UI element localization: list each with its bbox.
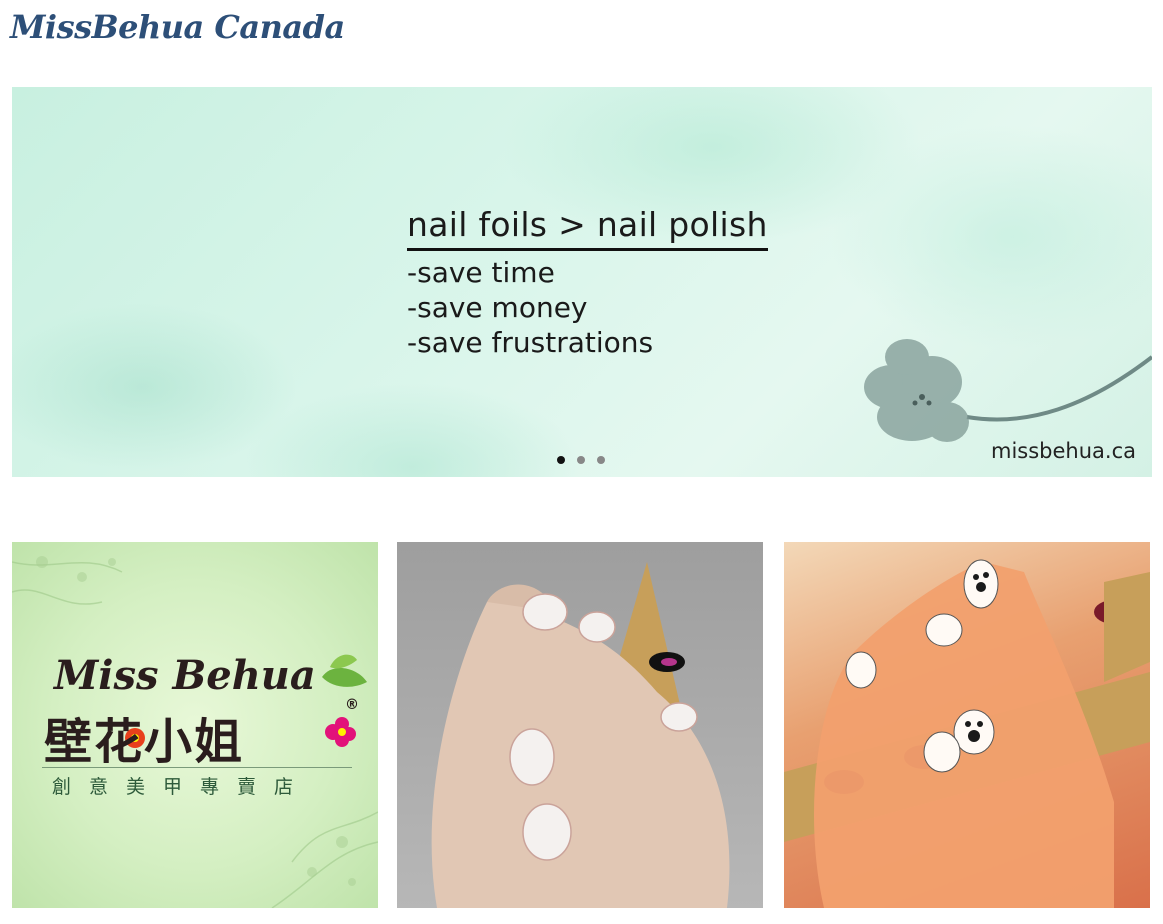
hero-line-money: -save money bbox=[407, 291, 588, 324]
carousel-dots bbox=[557, 456, 605, 464]
brand-logo-script: Miss Behua bbox=[54, 652, 316, 699]
site-title[interactable]: MissBehua Canada bbox=[10, 8, 345, 46]
hand-with-lace-nails-image bbox=[431, 562, 730, 908]
carousel-dot-1[interactable] bbox=[557, 456, 565, 464]
registered-mark: ® bbox=[345, 697, 359, 713]
tile-lace-nails-photo[interactable] bbox=[397, 542, 763, 908]
carousel-dot-2[interactable] bbox=[577, 456, 585, 464]
hero-domain-watermark: missbehua.ca bbox=[990, 439, 1136, 463]
hero-line-frustrations: -save frustrations bbox=[407, 326, 654, 359]
brand-logo-chinese: 壁花小姐 bbox=[44, 714, 245, 770]
brand-logo-subtitle: 創意美甲專賣店 bbox=[52, 776, 312, 798]
hero-text-block: nail foils > nail polish -save time -sav… bbox=[407, 205, 768, 360]
hand-with-paw-nails-image bbox=[784, 559, 1150, 908]
hero-carousel[interactable]: nail foils > nail polish -save time -sav… bbox=[12, 87, 1152, 477]
tile-brand-logo[interactable]: Miss Behua 壁花小姐 ® 創意美甲專賣店 bbox=[12, 542, 378, 908]
tile-paw-nails-photo[interactable] bbox=[784, 542, 1150, 908]
logo-divider bbox=[42, 767, 352, 768]
carousel-dot-3[interactable] bbox=[597, 456, 605, 464]
hero-line-time: -save time bbox=[407, 256, 555, 289]
hero-headline: nail foils > nail polish bbox=[407, 205, 768, 251]
